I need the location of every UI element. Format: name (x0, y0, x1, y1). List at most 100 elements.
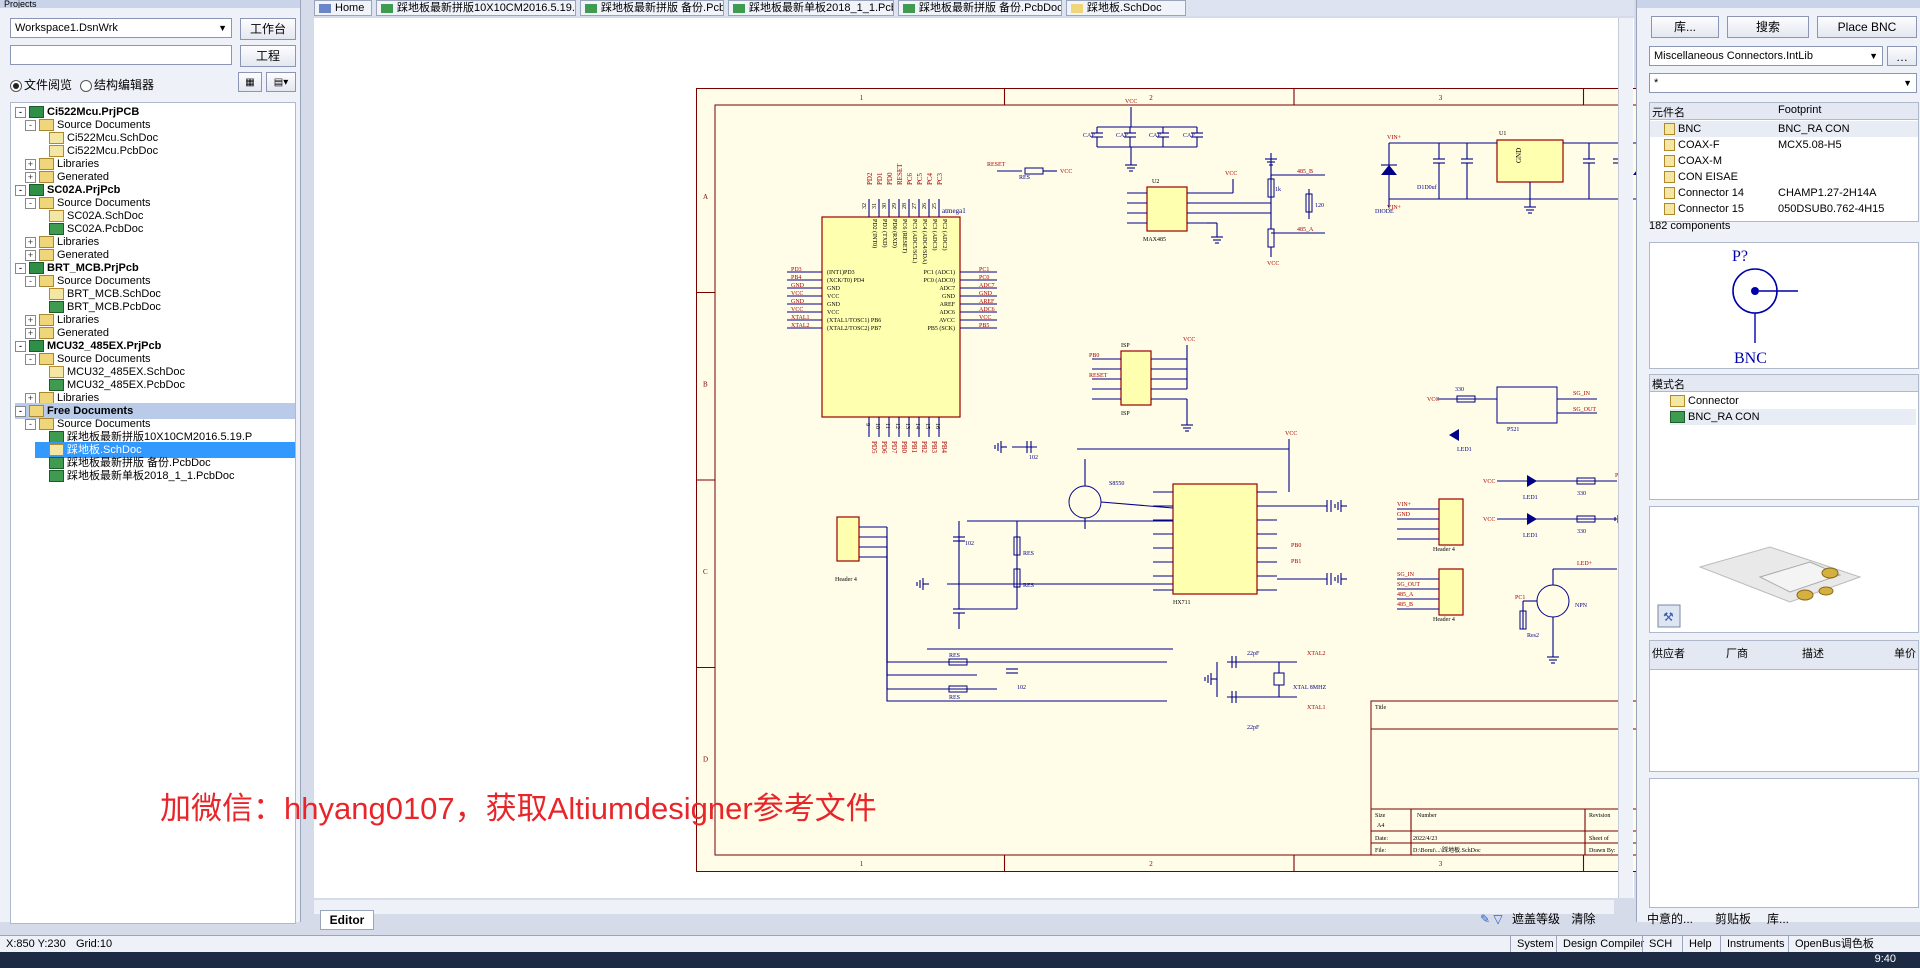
zone-label: 2 (1149, 94, 1153, 102)
status-button[interactable]: Instruments (1720, 936, 1790, 953)
collapse-icon[interactable]: - (15, 262, 26, 274)
expand-icon[interactable]: + (25, 236, 36, 248)
col-name-header[interactable]: 元件名 (1652, 104, 1685, 120)
editor-tab[interactable]: Editor (320, 910, 374, 930)
title-block-value: D:\Borui\...\踩地板.SchDoc (1413, 846, 1481, 854)
bnc-symbol: P? BNC (1732, 248, 1798, 367)
schematic-model-icon (1670, 395, 1685, 408)
net-label: VIN+ (1387, 135, 1402, 141)
collapse-icon[interactable]: - (25, 275, 36, 287)
transistor-q2 (1536, 584, 1570, 618)
unit-price-col[interactable]: 单价 (1894, 645, 1916, 661)
clipboard-tab[interactable]: 剪贴板 (1715, 910, 1751, 927)
file-view-radio[interactable]: 文件阅览 (10, 76, 72, 93)
component-row[interactable]: COAX-F MCX5.08-H5 (1650, 137, 1918, 153)
vertical-scrollbar[interactable] (1618, 18, 1633, 898)
status-button[interactable]: System (1510, 936, 1560, 953)
header-p4 (1438, 568, 1464, 616)
component-footprint: MCX5.08-H5 (1778, 139, 1842, 151)
collapse-icon[interactable]: - (25, 418, 36, 430)
expand-icon[interactable]: + (25, 249, 36, 261)
description-col[interactable]: 描述 (1802, 645, 1824, 661)
expand-icon[interactable]: + (25, 158, 36, 170)
horizontal-scrollbar[interactable] (314, 900, 1614, 914)
library-dropdown[interactable]: Miscellaneous Connectors.IntLib ▼ (1649, 46, 1883, 66)
component-count: 182 components (1649, 220, 1731, 232)
part-value: CAP (1116, 133, 1128, 139)
more-options-button[interactable]: … (1887, 46, 1917, 66)
document-tab[interactable]: 踩地板最新拼版 备份.PcbDoc.htm (898, 0, 1062, 16)
expand-icon[interactable]: + (25, 327, 36, 339)
net-label: VCC (1060, 169, 1072, 175)
net-label: PB1 (1291, 559, 1301, 565)
status-button[interactable]: SCH (1642, 936, 1678, 953)
tab-label: 踩地板最新拼版 备份.PcbDoc.htm (919, 2, 1062, 14)
col-footprint-header[interactable]: Footprint (1778, 104, 1821, 116)
library-value: Miscellaneous Connectors.IntLib (1654, 50, 1813, 62)
expand-icon[interactable]: + (25, 392, 36, 404)
zone-label: B (703, 380, 708, 388)
pin-name: PD0 (RXD) (891, 219, 898, 248)
net-label: 485_A (1297, 227, 1314, 233)
supplier-col[interactable]: 供应者 (1652, 645, 1685, 661)
model-item[interactable]: Connector (1670, 393, 1739, 409)
component-row[interactable]: Connector 15 050DSUB0.762-4H15 (1650, 201, 1918, 217)
component-row[interactable]: Connector 14 CHAMP1.27-2H14A (1650, 185, 1918, 201)
document-tab[interactable]: 踩地板最新拼版10X10CM2016.5.19.PcbDoc (376, 0, 576, 16)
libraries-tab[interactable]: 库... (1767, 910, 1789, 927)
project-options-icon[interactable]: ▦ (238, 72, 262, 92)
new-document-icon[interactable]: ▤▾ (266, 72, 296, 92)
net-label: VCC (1267, 261, 1279, 267)
libraries-button[interactable]: 库... (1651, 16, 1719, 38)
component-icon (1664, 123, 1675, 136)
clear-filter-icon[interactable]: ✎ ▽ (1480, 912, 1503, 926)
net-label: PD5 (870, 441, 878, 454)
filter-input[interactable]: * ▼ (1649, 73, 1917, 93)
workspace-dropdown[interactable]: Workspace1.DsnWrk ▼ (10, 18, 232, 38)
collapse-icon[interactable]: - (15, 405, 26, 417)
status-button[interactable]: Help (1682, 936, 1718, 953)
manufacturer-col[interactable]: 厂商 (1726, 645, 1748, 661)
component-name: Connector 14 (1678, 187, 1745, 199)
component-icon (1664, 203, 1675, 216)
favorites-tab[interactable]: 中意的... (1647, 910, 1693, 927)
pin-number: 16 (934, 423, 940, 429)
collapse-icon[interactable]: - (15, 340, 26, 352)
component-row[interactable]: COAX-M (1650, 153, 1918, 169)
collapse-icon[interactable]: - (15, 106, 26, 118)
chevron-down-icon: ▼ (218, 23, 227, 33)
search-button[interactable]: 搜索 (1727, 16, 1809, 38)
expand-icon[interactable]: + (25, 314, 36, 326)
net-label: 485_B (1297, 169, 1313, 175)
tree-item[interactable]: 踩地板最新单板2018_1_1.PcbDoc (35, 468, 295, 484)
document-tab[interactable]: 踩地板最新单板2018_1_1.PcbDoc (728, 0, 894, 16)
status-button[interactable]: OpenBus调色板 (1788, 936, 1880, 953)
structure-editor-radio[interactable]: 结构编辑器 (80, 76, 154, 93)
project-input[interactable] (10, 45, 232, 65)
net-label: VCC (791, 307, 803, 313)
workspace-button[interactable]: 工作台 (240, 18, 296, 40)
extra-panel (1649, 778, 1919, 908)
collapse-icon[interactable]: - (25, 119, 36, 131)
mask-level-button[interactable]: 遮盖等级 (1512, 912, 1560, 926)
collapse-icon[interactable]: - (15, 184, 26, 196)
expand-icon[interactable]: + (25, 171, 36, 183)
place-component-button[interactable]: Place BNC (1817, 16, 1917, 38)
collapse-icon[interactable]: - (25, 353, 36, 365)
model-item[interactable]: BNC_RA CON (1670, 409, 1916, 425)
schematic-canvas[interactable]: 11223344AABBCCDDatmega1PD232PD131PD030RE… (314, 18, 1884, 914)
project-button[interactable]: 工程 (240, 45, 296, 67)
component-row[interactable]: CON EISAE (1650, 169, 1918, 185)
collapse-icon[interactable]: - (25, 197, 36, 209)
component-row[interactable]: BNC BNC_RA CON (1650, 121, 1918, 137)
net-label: VCC (1285, 431, 1297, 437)
component-name: U1 (1499, 131, 1506, 137)
document-tab[interactable]: Home (314, 0, 372, 16)
document-tab[interactable]: 踩地板.SchDoc (1066, 0, 1186, 16)
part-value: RES (949, 653, 960, 659)
status-button[interactable]: Design Compiler (1556, 936, 1650, 953)
clear-button[interactable]: 清除 (1571, 912, 1595, 926)
net-label: PD0 (886, 172, 894, 185)
document-tab[interactable]: 踩地板最新拼版 备份.PcbDoc (580, 0, 724, 16)
net-label: LED+ (1577, 561, 1593, 567)
